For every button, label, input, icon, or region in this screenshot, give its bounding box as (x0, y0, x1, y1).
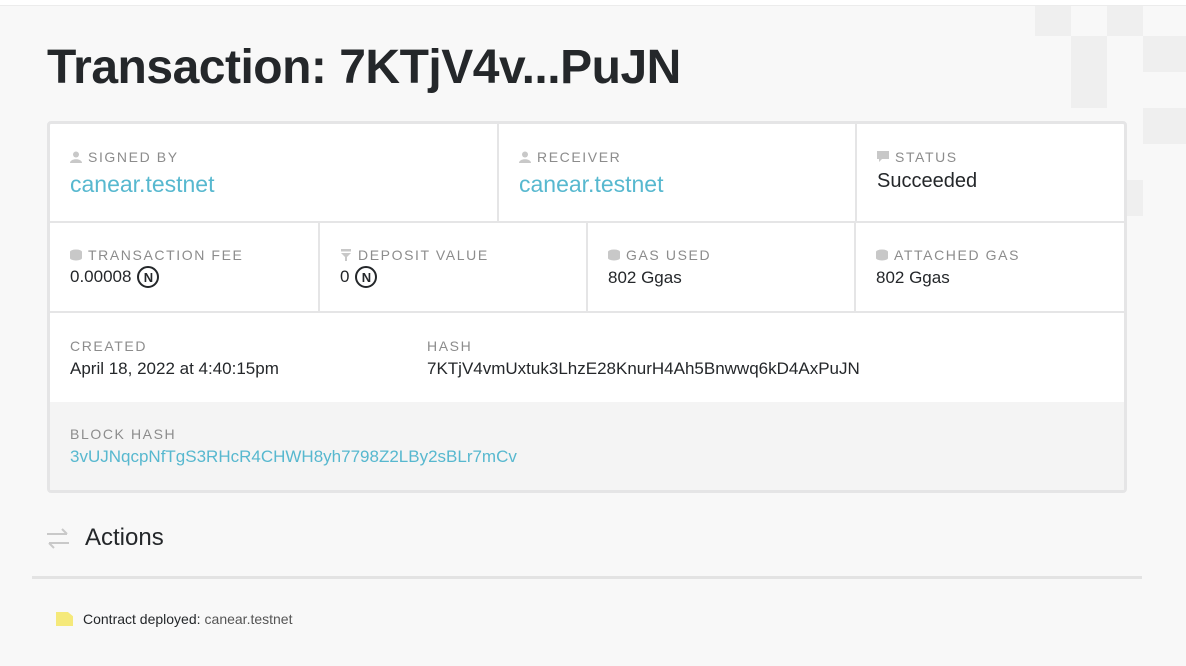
contract-icon (56, 612, 73, 626)
hash-label: HASH (427, 338, 473, 354)
action-label: Contract deployed: (83, 611, 201, 627)
page-title: Transaction: 7KTjV4v...PuJN (47, 41, 681, 94)
coins-icon (608, 249, 620, 261)
status-cell: STATUS Succeeded (857, 124, 1124, 221)
created-value: April 18, 2022 at 4:40:15pm (70, 359, 279, 378)
background-pattern (1143, 36, 1186, 72)
signed-by-label: SIGNED BY (70, 149, 179, 165)
block-hash-link[interactable]: 3vUJNqcpNfTgS3RHcR4CHWH8yh7798Z2LBy2sBLr… (70, 447, 517, 467)
user-icon (519, 151, 531, 163)
gas-used-cell: GAS USED 802 Ggas (588, 223, 856, 311)
attached-gas-value: 802 Ggas (876, 268, 950, 287)
background-pattern (1107, 6, 1143, 36)
attached-gas-cell: ATTACHED GAS 802 Ggas (856, 223, 1124, 311)
block-hash-cell: BLOCK HASH 3vUJNqcpNfTgS3RHcR4CHWH8yh779… (50, 402, 1124, 490)
background-pattern (1035, 6, 1071, 36)
actions-title: Actions (85, 524, 164, 551)
deposit-value-value: 0 N (340, 266, 378, 288)
deposit-value-label-text: DEPOSIT VALUE (358, 247, 489, 263)
receiver-label-text: RECEIVER (537, 149, 622, 165)
top-bar (0, 0, 1186, 6)
background-pattern (1127, 180, 1143, 216)
near-icon: N (355, 266, 378, 288)
status-label: STATUS (877, 149, 958, 165)
created-cell: CREATED April 18, 2022 at 4:40:15pm (50, 313, 407, 402)
deposit-value-cell: DEPOSIT VALUE 0 N (320, 223, 588, 311)
near-icon: N (137, 266, 160, 288)
action-account: canear.testnet (204, 611, 293, 627)
block-hash-label: BLOCK HASH (70, 426, 177, 442)
hash-cell: HASH 7KTjV4vmUxtuk3LhzE28KnurH4Ah5Bnwwq6… (407, 313, 1124, 402)
transaction-fee-label: TRANSACTION FEE (70, 247, 243, 263)
hash-value: 7KTjV4vmUxtuk3LhzE28KnurH4Ah5Bnwwq6kD4Ax… (427, 359, 860, 378)
transfer-arrows-icon (47, 528, 69, 549)
transaction-fee-label-text: TRANSACTION FEE (88, 247, 244, 263)
deposit-value-amount: 0 (340, 267, 350, 286)
gas-used-value: 802 Ggas (608, 268, 682, 287)
coins-icon (70, 249, 82, 261)
receiver-account-link[interactable]: canear.testnet (519, 171, 664, 198)
details-row: SIGNED BY canear.testnet RECEIVER canear… (50, 124, 1124, 223)
receiver-cell: RECEIVER canear.testnet (499, 124, 857, 221)
deposit-value-label: DEPOSIT VALUE (340, 247, 489, 263)
background-pattern (1143, 108, 1186, 144)
coins-icon (876, 249, 888, 261)
action-item: Contract deployed: canear.testnet (56, 611, 292, 627)
user-icon (70, 151, 82, 163)
gas-used-label: GAS USED (608, 247, 711, 263)
filter-icon (341, 249, 351, 261)
actions-header: Actions (45, 524, 164, 552)
signed-by-label-text: SIGNED BY (88, 149, 179, 165)
signed-by-cell: SIGNED BY canear.testnet (50, 124, 499, 221)
transaction-fee-amount: 0.00008 (70, 267, 132, 286)
transaction-fee-cell: TRANSACTION FEE 0.00008 N (50, 223, 320, 311)
background-pattern (1071, 72, 1107, 108)
signed-by-account-link[interactable]: canear.testnet (70, 171, 215, 198)
transaction-details-card: SIGNED BY canear.testnet RECEIVER canear… (47, 121, 1127, 493)
gas-used-label-text: GAS USED (626, 247, 712, 263)
attached-gas-label-text: ATTACHED GAS (894, 247, 1021, 263)
status-value: Succeeded (877, 170, 978, 192)
background-pattern (1071, 36, 1107, 72)
details-row: CREATED April 18, 2022 at 4:40:15pm HASH… (50, 313, 1124, 402)
actions-divider (32, 576, 1142, 579)
created-label: CREATED (70, 338, 148, 354)
status-label-text: STATUS (895, 149, 958, 165)
details-row: TRANSACTION FEE 0.00008 N DEPOSIT VALUE … (50, 223, 1124, 313)
attached-gas-label: ATTACHED GAS (876, 247, 1020, 263)
comment-icon (877, 151, 889, 162)
block-hash-row: BLOCK HASH 3vUJNqcpNfTgS3RHcR4CHWH8yh779… (50, 402, 1124, 490)
transaction-fee-value: 0.00008 N (70, 266, 160, 288)
receiver-label: RECEIVER (519, 149, 621, 165)
